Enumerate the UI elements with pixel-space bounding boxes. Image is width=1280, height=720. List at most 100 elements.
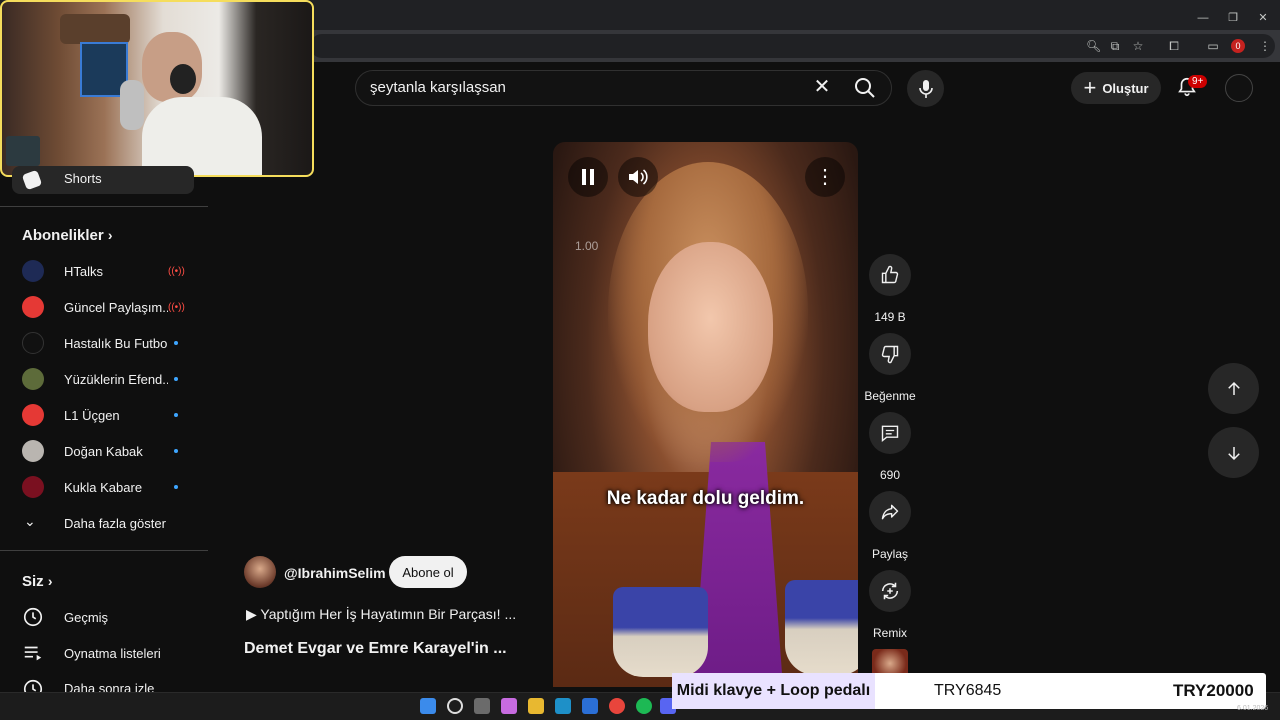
video-caption: Ne kadar dolu geldim. [606,488,805,509]
sidebar-item-label: Yüzüklerin Efend... [64,371,168,387]
sidebar-item-label: Daha sonra izle [64,681,155,692]
minimize-icon[interactable]: — [1188,12,1218,24]
headphone [170,64,196,94]
microphone-object [120,80,144,130]
video-title[interactable]: Demet Evgar ve Emre Karayel'in ... [244,640,507,658]
new-content-dot [174,413,178,417]
volume-button[interactable] [618,157,658,197]
clear-search-icon[interactable]: ✕ [812,76,832,98]
new-content-dot [174,449,178,453]
sidebar-item-label: Oynatma listeleri [64,645,161,661]
create-label: Oluştur [1102,80,1149,96]
channel-avatar [22,296,44,318]
wall-shelf [60,14,130,44]
remix-icon [881,582,899,600]
task-view-icon[interactable] [474,698,490,714]
comments-action[interactable]: 690 [868,412,912,482]
create-button[interactable]: + Oluştur [1071,72,1161,104]
sidebar-item-l1-ucgen[interactable]: L1 Üçgen [0,397,208,433]
chrome-icon[interactable] [609,698,625,714]
new-content-dot [174,377,178,381]
copilot-icon[interactable] [501,698,517,714]
streamer-head [142,32,202,102]
channel-avatar [22,404,44,426]
sound-link[interactable]: ▶ Yaptığım Her İş Hayatımın Bir Parçası!… [246,606,516,623]
sound-avatar[interactable] [872,649,908,673]
like-action[interactable]: 149 B [868,254,912,324]
file-explorer-icon[interactable] [528,698,544,714]
live-icon: ((•)) [168,265,185,277]
sidebar-item-htalks[interactable]: HTalks ((•)) [0,253,208,289]
sidebar-item-kukla-kabare[interactable]: Kukla Kabare [0,469,208,505]
profile-badge[interactable]: 0 [1231,39,1245,53]
plus-icon: + [1083,75,1097,100]
channel-avatar [22,332,44,354]
sidebar-item-shorts[interactable]: Shorts [12,166,194,194]
thumbs-down-icon [881,345,899,364]
sidebar-item-dogan-kabak[interactable]: Doğan Kabak [0,433,208,469]
pause-button[interactable] [568,157,608,197]
extensions-icon[interactable]: ⧠ [1167,39,1181,53]
bookmark-star-icon[interactable]: ☆ [1131,39,1145,53]
dislike-label: Beğenme [864,389,916,403]
dislike-button[interactable] [869,333,911,375]
voice-search-button[interactable] [907,70,944,107]
thumbs-up-icon [881,265,899,284]
like-button[interactable] [869,254,911,296]
spotify-icon[interactable] [636,698,652,714]
sidebar-item-hastalik-bu-futbol[interactable]: Hastalık Bu Futbol [0,325,208,361]
sidebar-item-playlists[interactable]: Oynatma listeleri [0,635,208,671]
search-icon[interactable] [853,76,877,100]
chevron-right-icon: › [47,573,53,589]
zoom-icon[interactable]: 🔍︎ [1086,39,1101,53]
sidebar-item-yuzuklerin-efendisi[interactable]: Yüzüklerin Efend... [0,361,208,397]
like-count: 149 B [874,310,906,324]
sidebar-item-label: HTalks [64,263,104,279]
promo-code: TRY6845 [934,682,1002,699]
you-heading[interactable]: Siz › [22,573,53,590]
subscribe-button[interactable]: Abone ol [389,556,467,588]
cast-icon[interactable]: ▭ [1206,39,1220,53]
search-input[interactable]: şeytanla karşılaşsan [370,79,506,96]
channel-avatar [22,476,44,498]
sidebar-item-history[interactable]: Geçmiş [0,599,208,635]
search-taskbar-icon[interactable] [447,698,463,714]
show-more-button[interactable]: ⌄ Daha fazla göster [0,505,208,541]
comments-button[interactable] [869,412,911,454]
shorts-video-player[interactable]: ⋮ 1.00 Ne kadar dolu geldim. [553,142,858,687]
streamer-body [142,97,262,175]
sidebar-item-label: Geçmiş [64,609,109,625]
sidebar-item-label: Doğan Kabak [64,443,143,459]
remix-button[interactable] [869,570,911,612]
new-content-dot [174,485,178,489]
share-button[interactable] [869,491,911,533]
share-label: Paylaş [871,547,909,561]
maximize-icon[interactable]: ❐ [1218,11,1248,24]
channel-avatar[interactable] [244,556,276,588]
channel-name[interactable]: @IbrahimSelim [284,565,386,581]
subscriptions-heading[interactable]: Abonelikler › [22,227,113,244]
share-action[interactable]: Paylaş [868,491,912,561]
account-avatar[interactable] [1225,74,1253,102]
playlist-icon [24,646,42,661]
webcam-overlay [0,0,314,177]
install-app-icon[interactable]: ⧉ [1108,39,1122,53]
pause-icon [582,169,594,185]
dislike-action[interactable]: Beğenme [864,333,916,403]
remix-action[interactable]: Remix [868,570,912,640]
next-video-button[interactable] [1208,427,1259,478]
more-options-button[interactable]: ⋮ [805,157,845,197]
close-window-icon[interactable]: ✕ [1248,11,1278,24]
sidebar-item-guncel-paylasim[interactable]: Güncel Paylaşım... ((•)) [0,289,208,325]
store-icon[interactable] [582,698,598,714]
edge-icon[interactable] [555,698,571,714]
show-more-label: Daha fazla göster [64,515,166,531]
channel-avatar [22,260,44,282]
previous-video-button[interactable] [1208,363,1259,414]
sidebar-item-watch-later[interactable]: Daha sonra izle [0,671,208,692]
chrome-menu-icon[interactable]: ⋮ [1258,39,1272,53]
start-icon[interactable] [420,698,436,714]
playback-speed: 1.00 [575,239,599,253]
channel-avatar [22,440,44,462]
video-frame-detail [613,587,708,677]
